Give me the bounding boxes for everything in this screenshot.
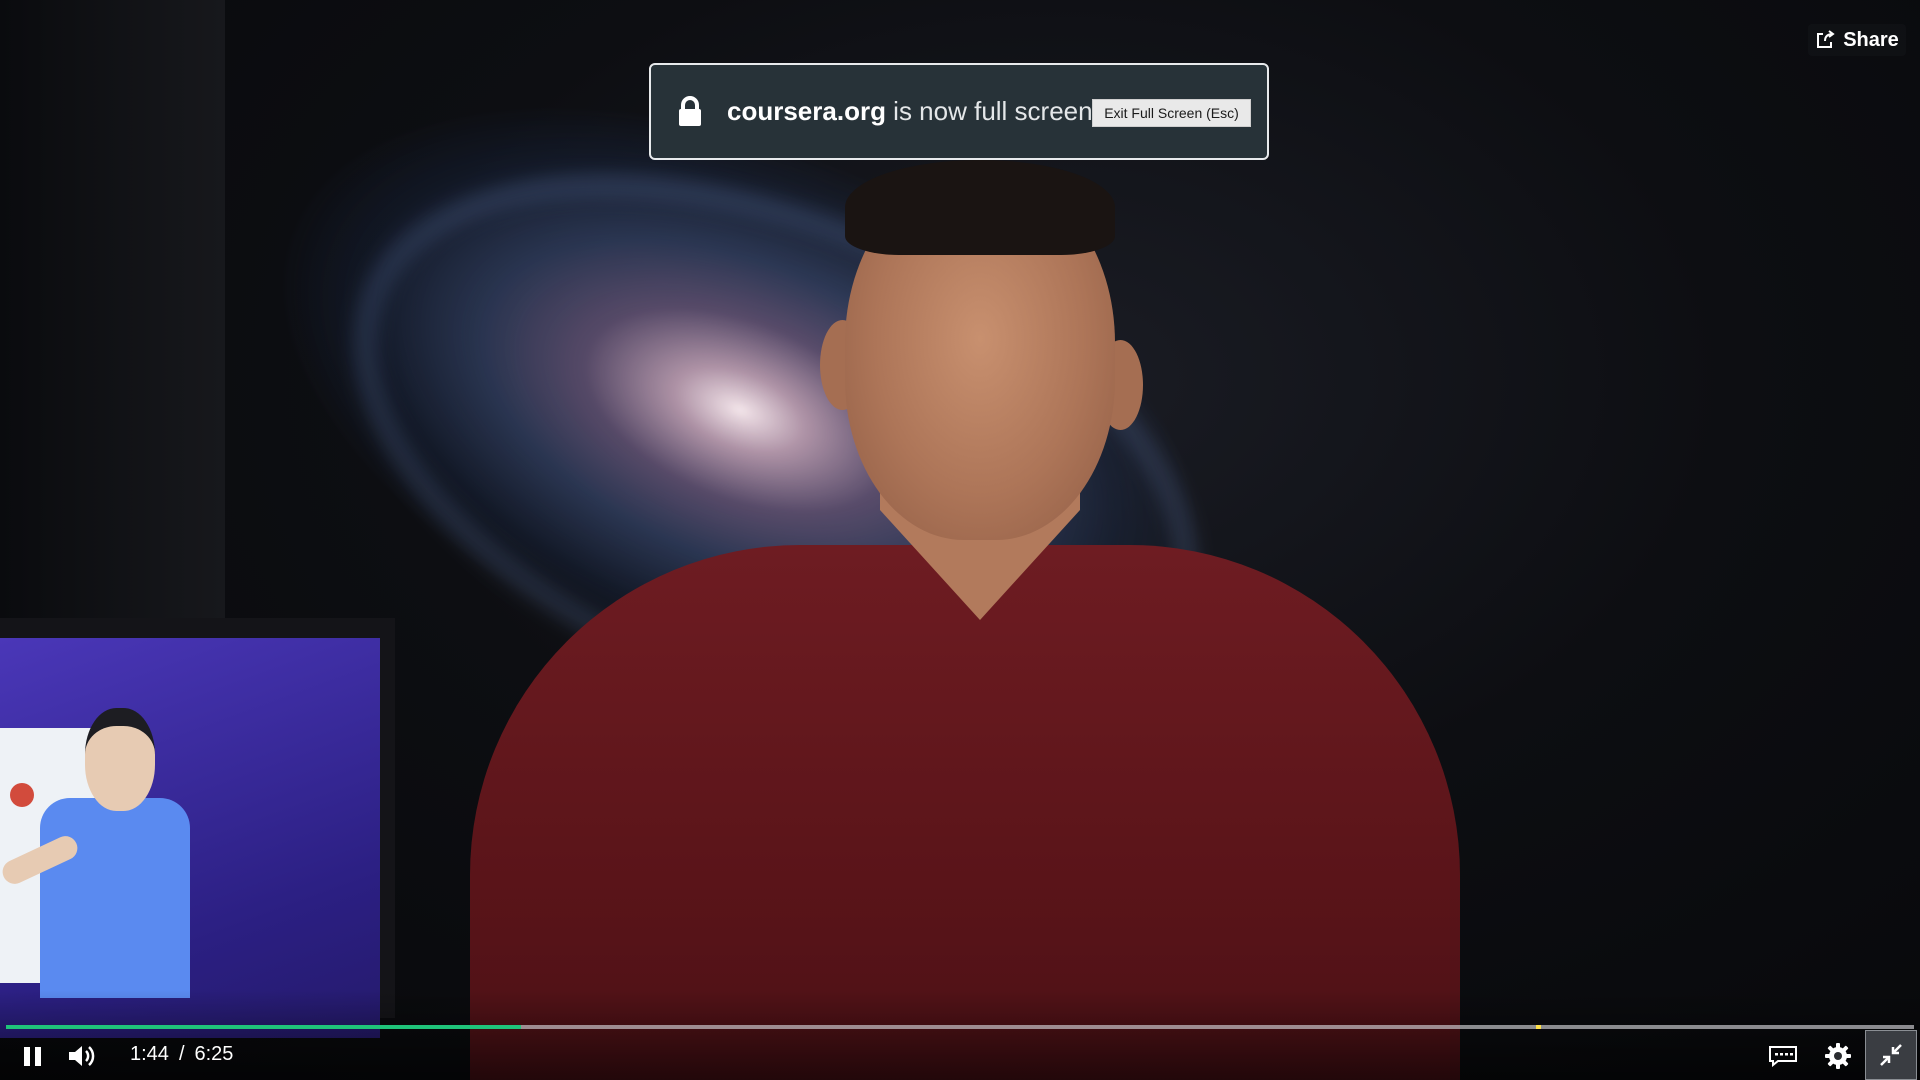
share-button[interactable]: Share [1808,24,1906,56]
share-label: Share [1843,28,1899,51]
exit-fullscreen-icon [1880,1044,1902,1066]
lock-icon [679,95,701,126]
gear-icon [1825,1043,1851,1069]
exit-fullscreen-button[interactable]: Exit Full Screen (Esc) [1092,99,1251,127]
captions-button[interactable] [1768,1040,1798,1072]
cartoon-body [40,798,190,998]
exit-fullscreen-toggle[interactable] [1865,1030,1917,1080]
cartoon-head [85,708,155,811]
fullscreen-message-text: is now full screen [885,96,1093,126]
captions-icon [1769,1046,1797,1067]
volume-icon [69,1046,95,1066]
presenter-hair [845,160,1115,255]
time-separator: / [178,1043,185,1065]
volume-button[interactable] [66,1040,98,1072]
duration: 6:25 [194,1043,234,1065]
fullscreen-notification: coursera.org is now full screen Exit Ful… [649,63,1269,160]
progress-bar[interactable] [6,1025,1914,1029]
share-icon [1817,30,1835,48]
pause-button[interactable] [18,1040,48,1072]
current-time: 1:44 [130,1043,169,1065]
backdrop-panel [0,0,225,640]
fullscreen-message: coursera.org is now full screen [727,96,1093,127]
progress-marker [1536,1025,1542,1029]
controls-bar [0,990,1920,1080]
progress-played [6,1025,522,1029]
fullscreen-domain: coursera.org [727,96,886,126]
monitor-screen [0,638,380,1038]
time-display: 1:44 / 6:25 [130,1043,233,1066]
whiteboard-dot [10,783,34,807]
pause-icon [24,1047,41,1066]
settings-button[interactable] [1823,1040,1853,1072]
video-frame[interactable] [0,0,1920,1080]
